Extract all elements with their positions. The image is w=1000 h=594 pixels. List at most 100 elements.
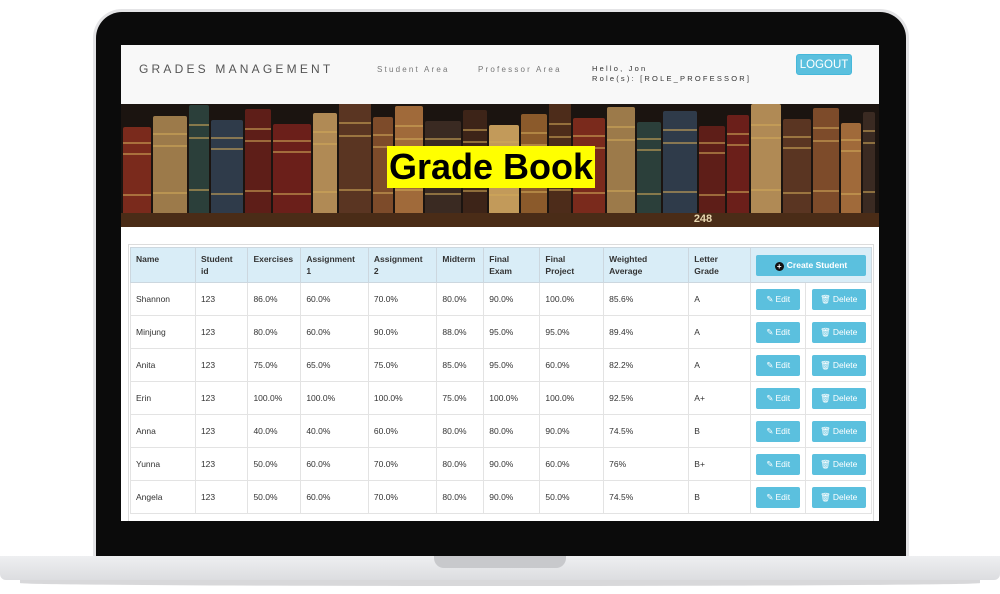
trash-icon: 🗑 <box>820 425 831 436</box>
pencil-square-icon: ✎ <box>766 392 774 403</box>
cell-student-id: 123 <box>194 447 249 481</box>
cell-final-exam: 90.0% <box>483 282 541 316</box>
column-header-line: 1 <box>306 266 312 276</box>
cell-midterm: 80.0% <box>436 414 485 448</box>
column-header-weighted-average: Weighted Average <box>603 247 690 283</box>
cell-student-id: 123 <box>194 282 249 316</box>
cell-final-project: 95.0% <box>539 315 605 349</box>
pencil-square-icon: ✎ <box>766 293 774 304</box>
edit-button[interactable]: ✎ Edit <box>756 453 801 475</box>
pencil-square-icon: ✎ <box>766 359 774 370</box>
cell-final-project: 50.0% <box>539 480 605 514</box>
delete-label: Delete <box>832 326 858 337</box>
column-header-line: Project <box>545 266 575 276</box>
column-header-line: Assignment <box>306 254 355 264</box>
edit-button[interactable]: ✎ Edit <box>756 321 801 343</box>
logout-button[interactable]: LOGOUT <box>796 54 852 75</box>
cell-delete: 🗑 Delete <box>805 348 872 382</box>
delete-button[interactable]: 🗑 Delete <box>811 486 866 508</box>
column-header-line: Weighted <box>609 254 648 264</box>
cell-midterm: 80.0% <box>436 480 485 514</box>
delete-button[interactable]: 🗑 Delete <box>811 288 866 310</box>
cell-final-exam: 95.0% <box>483 348 541 382</box>
cell-exercises: 80.0% <box>247 315 302 349</box>
shelf-board <box>121 213 879 227</box>
column-header-assignment-1: Assignment 1 <box>300 247 369 283</box>
cell-edit: ✎ Edit <box>749 315 807 349</box>
table-row: Yunna 123 50.0% 60.0% 70.0% 80.0% 90.0% 60.0% 76… <box>130 447 872 481</box>
cell-weighted-average: 74.5% <box>603 414 690 448</box>
cell-final-exam: 90.0% <box>483 447 541 481</box>
delete-label: Delete <box>832 359 858 370</box>
cell-edit: ✎ Edit <box>749 414 807 448</box>
edit-button[interactable]: ✎ Edit <box>756 354 801 376</box>
delete-button[interactable]: 🗑 Delete <box>811 321 866 343</box>
delete-button[interactable]: 🗑 Delete <box>811 453 866 475</box>
user-greeting: Hello, Jon Role(s): [ROLE_PROFESSOR] <box>592 64 751 84</box>
cell-delete: 🗑 Delete <box>805 315 872 349</box>
delete-label: Delete <box>832 392 858 403</box>
cell-weighted-average: 89.4% <box>603 315 690 349</box>
delete-label: Delete <box>832 491 858 502</box>
cell-exercises: 100.0% <box>247 381 302 415</box>
cell-letter-grade: B <box>688 480 751 514</box>
cell-midterm: 88.0% <box>436 315 485 349</box>
cell-exercises: 75.0% <box>247 348 302 382</box>
edit-button[interactable]: ✎ Edit <box>756 288 801 310</box>
cell-assignment-1: 60.0% <box>300 315 369 349</box>
cell-edit: ✎ Edit <box>749 480 807 514</box>
cell-delete: 🗑 Delete <box>805 282 872 316</box>
cell-name: Anita <box>130 348 196 382</box>
create-student-button[interactable]: + Create Student <box>756 254 866 276</box>
edit-button[interactable]: ✎ Edit <box>756 486 801 508</box>
nav-student-area[interactable]: Student Area <box>377 65 450 74</box>
book-spine <box>123 127 151 213</box>
column-header-assignment-2: Assignment 2 <box>367 247 438 283</box>
shelf-number-label: 248 <box>693 213 713 225</box>
pencil-square-icon: ✎ <box>766 491 774 502</box>
table-row: Anna 123 40.0% 40.0% 60.0% 80.0% 80.0% 90.0% 74.… <box>130 414 872 448</box>
cell-name: Angela <box>130 480 196 514</box>
column-header-line: Final <box>489 254 510 264</box>
cell-weighted-average: 76% <box>603 447 690 481</box>
cell-midterm: 80.0% <box>436 282 485 316</box>
delete-label: Delete <box>832 425 858 436</box>
navbar: GRADES MANAGEMENT Student Area Professor… <box>121 45 879 104</box>
delete-button[interactable]: 🗑 Delete <box>811 354 866 376</box>
column-header-line: Student <box>200 254 233 264</box>
cell-final-project: 60.0% <box>539 348 605 382</box>
edit-label: Edit <box>775 359 791 370</box>
column-header-line: Grade <box>694 266 719 276</box>
cell-final-exam: 100.0% <box>483 381 541 415</box>
bookshelf-banner: 248 Grade Book <box>121 104 879 227</box>
cell-midterm: 85.0% <box>436 348 485 382</box>
edit-button[interactable]: ✎ Edit <box>756 387 801 409</box>
students-table: Name Student id Exercises Assignment 1 Assignm… <box>130 247 872 514</box>
cell-assignment-2: 90.0% <box>367 315 438 349</box>
delete-label: Delete <box>832 293 858 304</box>
delete-button[interactable]: 🗑 Delete <box>811 420 866 442</box>
edit-label: Edit <box>775 326 791 337</box>
book-spine <box>245 109 271 213</box>
trash-icon: 🗑 <box>820 491 831 502</box>
cell-assignment-1: 100.0% <box>300 381 369 415</box>
cell-delete: 🗑 Delete <box>805 447 872 481</box>
nav-professor-area[interactable]: Professor Area <box>478 65 562 74</box>
column-header-line: Assignment <box>373 254 423 264</box>
cell-assignment-2: 100.0% <box>367 381 438 415</box>
laptop-base-shadow <box>20 580 980 586</box>
book-spine <box>751 104 781 213</box>
cell-final-project: 60.0% <box>539 447 605 481</box>
brand-title[interactable]: GRADES MANAGEMENT <box>139 62 333 76</box>
edit-button[interactable]: ✎ Edit <box>756 420 801 442</box>
column-header-line: Letter <box>694 254 718 264</box>
column-header-line: Final <box>545 254 566 264</box>
edit-label: Edit <box>775 491 791 502</box>
delete-button[interactable]: 🗑 Delete <box>811 387 866 409</box>
edit-label: Edit <box>775 392 791 403</box>
cell-delete: 🗑 Delete <box>805 480 872 514</box>
cell-edit: ✎ Edit <box>749 381 807 415</box>
edit-label: Edit <box>775 458 791 469</box>
table-header-row: Name Student id Exercises Assignment 1 Assignm… <box>130 247 872 283</box>
create-student-label: Create Student <box>786 259 848 270</box>
